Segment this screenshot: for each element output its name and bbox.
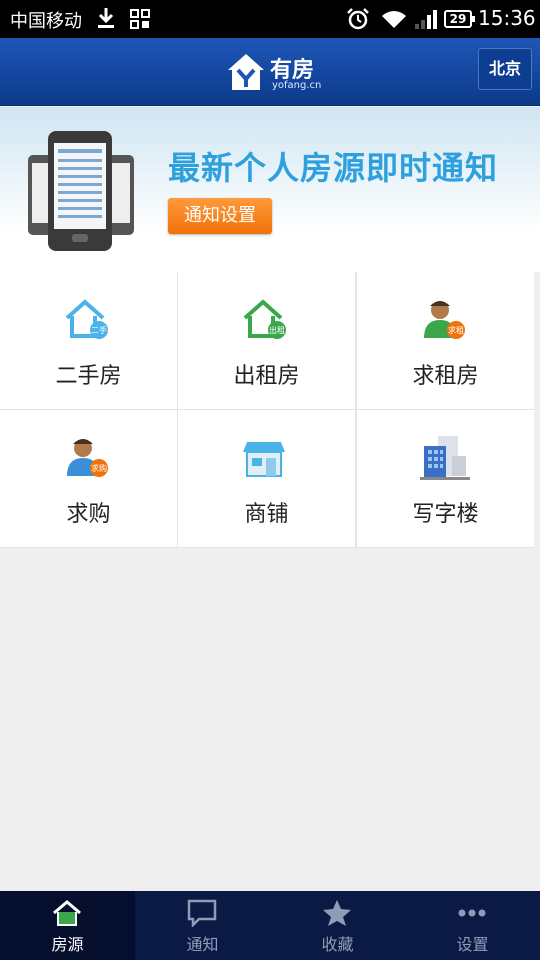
- clock: 15:36: [478, 6, 536, 30]
- carrier-label: 中国移动: [10, 11, 82, 32]
- home-icon: [53, 900, 81, 926]
- tab-label: 房源: [51, 935, 84, 954]
- tab-label: 收藏: [321, 935, 354, 954]
- tab-notifications[interactable]: 通知: [135, 891, 270, 960]
- tab-label: 通知: [186, 935, 219, 954]
- category-rental[interactable]: 出租 出租房: [178, 272, 355, 409]
- banner-headline: 最新个人房源即时通知: [168, 149, 499, 187]
- battery-icon: 29: [444, 10, 475, 28]
- category-label: 求购: [66, 502, 111, 527]
- apps-icon: [130, 9, 150, 29]
- notification-settings-button[interactable]: 通知设置: [168, 198, 272, 234]
- category-grid: 二手 二手房 出租 出租房 求租 求租房 求购 求购 商铺 写字楼: [0, 272, 534, 548]
- category-badge: 求购: [91, 463, 107, 473]
- bottom-tab-bar: 房源 通知 收藏 设置: [0, 891, 540, 960]
- category-label: 二手房: [55, 364, 122, 389]
- category-label: 写字楼: [412, 502, 479, 527]
- tab-listings[interactable]: 房源: [0, 891, 135, 960]
- tab-settings[interactable]: 设置: [405, 891, 540, 960]
- category-label: 求租房: [412, 364, 479, 389]
- shop-icon: [243, 442, 285, 477]
- signal-icon: [415, 10, 437, 29]
- category-label: 商铺: [244, 502, 289, 527]
- tab-label: 设置: [456, 935, 489, 954]
- phones-illustration: [28, 131, 134, 251]
- chat-icon: [187, 899, 217, 927]
- category-buy-wanted[interactable]: 求购 求购: [0, 410, 177, 547]
- app-header: 有房 yofang.cn 北京: [0, 38, 540, 106]
- notification-banner[interactable]: 最新个人房源即时通知 通知设置: [0, 107, 540, 272]
- alarm-icon: [347, 8, 369, 30]
- category-rent-wanted[interactable]: 求租 求租房: [357, 272, 534, 409]
- status-bar: 中国移动 29 15:36: [0, 0, 540, 38]
- app-logo: 有房 yofang.cn: [226, 50, 326, 94]
- rental-house-icon: 出租: [243, 299, 286, 339]
- category-shop[interactable]: 商铺: [178, 410, 355, 547]
- tab-favorites[interactable]: 收藏: [270, 891, 405, 960]
- category-second-hand[interactable]: 二手 二手房: [0, 272, 177, 409]
- category-badge: 求租: [448, 325, 464, 335]
- wifi-icon: [382, 11, 406, 28]
- rent-wanted-person-icon: 求租: [424, 301, 465, 339]
- more-icon: [458, 909, 486, 917]
- category-label: 出租房: [233, 364, 300, 389]
- star-icon: [323, 900, 351, 926]
- city-selector-button[interactable]: 北京: [478, 48, 532, 90]
- category-badge: 二手: [91, 325, 107, 335]
- house-logo-icon: [228, 54, 264, 90]
- download-icon: [98, 8, 114, 28]
- category-badge: 出租: [269, 325, 285, 335]
- buy-wanted-person-icon: 求购: [67, 439, 108, 477]
- office-building-icon: [420, 436, 470, 480]
- brand-domain: yofang.cn: [272, 80, 322, 91]
- second-hand-house-icon: 二手: [65, 299, 108, 339]
- category-office[interactable]: 写字楼: [357, 410, 534, 547]
